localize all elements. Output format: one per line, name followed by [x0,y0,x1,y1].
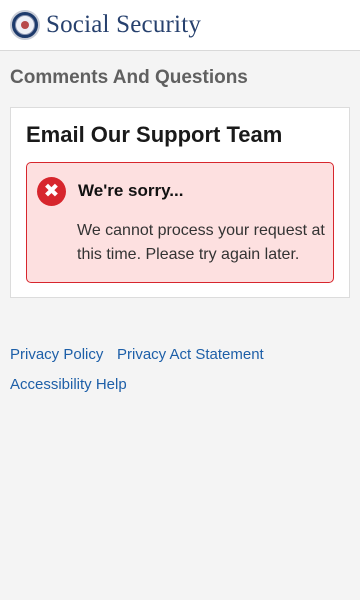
card-title: Email Our Support Team [26,122,283,147]
support-card: Email Our Support Team ✖ We're sorry... … [10,107,350,298]
error-alert: ✖ We're sorry... We cannot process your … [26,162,334,283]
page-title: Comments And Questions [10,67,248,88]
site-header: Social Security [0,0,360,51]
alert-heading: We're sorry... [78,181,184,200]
privacy-act-statement-link[interactable]: Privacy Act Statement [117,346,264,363]
error-x-icon: ✖ [37,177,66,206]
brand-name[interactable]: Social Security [46,11,201,39]
accessibility-help-link[interactable]: Accessibility Help [10,376,127,393]
seal-emblem [15,15,35,35]
ssa-seal-icon[interactable] [10,10,40,40]
privacy-policy-link[interactable]: Privacy Policy [10,346,103,363]
alert-message: We cannot process your request at this t… [77,222,325,263]
